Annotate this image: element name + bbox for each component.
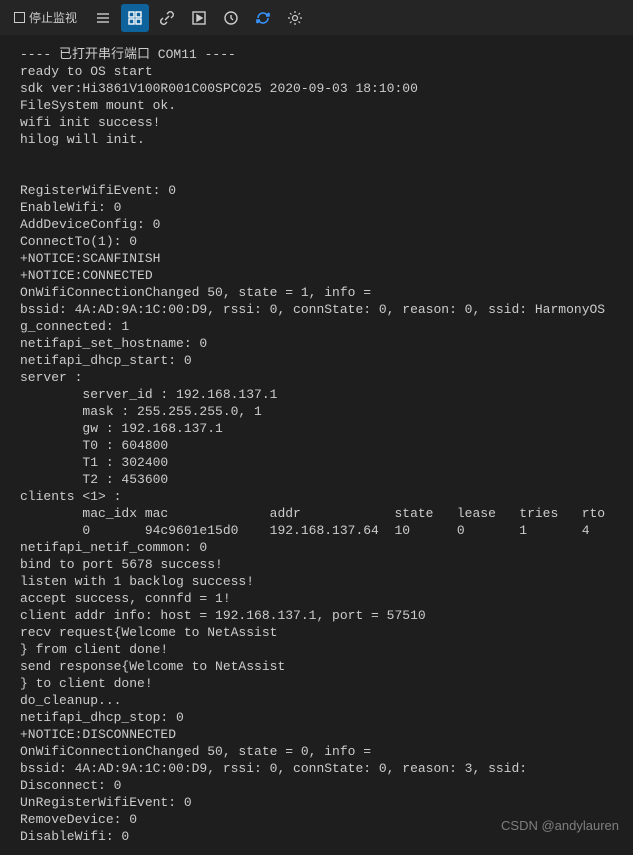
terminal-output[interactable]: ---- 已打开串行端口 COM11 ---- ready to OS star… [0,36,633,855]
list-icon [95,10,111,26]
refresh-button[interactable] [249,4,277,32]
watermark: CSDN @andylauren [501,818,619,833]
stop-monitor-label: 停止监视 [29,9,77,26]
toolbar: 停止监视 [0,0,633,36]
refresh-icon [255,10,271,26]
run-button[interactable] [185,4,213,32]
stop-icon [14,12,25,23]
clock-icon [223,10,239,26]
link-icon [159,10,175,26]
clock-button[interactable] [217,4,245,32]
settings-button[interactable] [281,4,309,32]
link-button[interactable] [153,4,181,32]
run-icon [191,10,207,26]
list-view-button[interactable] [89,4,117,32]
hex-icon [127,10,143,26]
stop-monitor-button[interactable]: 停止监视 [6,6,85,29]
hex-view-button[interactable] [121,4,149,32]
gear-icon [287,10,303,26]
